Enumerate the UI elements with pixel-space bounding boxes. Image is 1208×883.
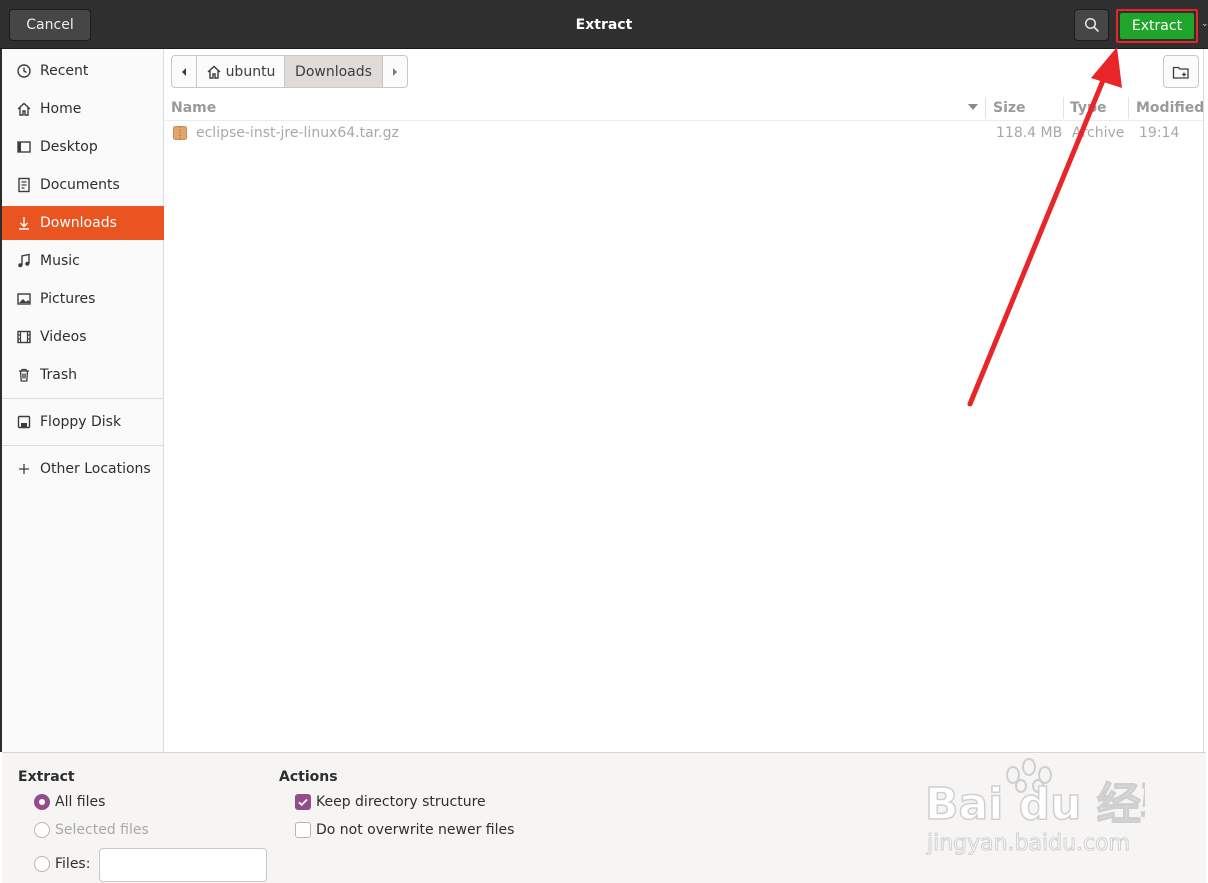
sidebar-item-label: Documents [40,177,120,193]
files-radio[interactable]: Files: [34,856,90,872]
column-header-name[interactable]: Name [171,95,981,120]
sidebar-item-label: Home [40,101,82,117]
desktop-icon [16,139,32,155]
file-name-cell: eclipse-inst-jre-linux64.tar.gz [172,122,972,144]
sidebar-item-label: Trash [40,367,77,383]
extract-button-highlight: Extract [1116,9,1198,43]
sidebar-divider [2,398,164,399]
sidebar-item-floppy-disk[interactable]: Floppy Disk [2,405,164,439]
path-segment-label: ubuntu [225,63,276,80]
breadcrumb: ubuntu Downloads [171,55,408,88]
column-header-type[interactable]: Type [1070,95,1128,120]
path-segment-label: Downloads [295,63,372,80]
chevron-left-icon [182,67,186,76]
clock-icon [16,63,32,79]
column-header-label: Size [993,99,1026,116]
sidebar-item-desktop[interactable]: Desktop [2,130,164,164]
plus-icon [16,461,32,477]
picture-icon [16,291,32,307]
scrollbar[interactable] [1203,49,1204,752]
extract-button[interactable]: Extract [1120,13,1194,39]
header-divider [164,120,1204,121]
chevron-right-icon [393,67,397,76]
sidebar-item-other-locations[interactable]: Other Locations [2,452,164,486]
column-divider [1063,97,1064,119]
sidebar: Recent Home Desktop Documents Downloads … [0,49,164,752]
actions-group-title: Actions [279,769,338,785]
keep-directory-structure-checkbox[interactable]: Keep directory structure [295,794,486,810]
files-pattern-input[interactable] [99,848,267,882]
radio-label: All files [55,794,106,810]
sort-descending-icon [968,104,978,110]
file-size: 118.4 MB [996,125,1063,141]
column-header-label: Modified [1136,99,1205,116]
radio-indicator[interactable] [34,856,50,872]
selected-files-radio[interactable]: Selected files [34,822,149,838]
column-header-label: Name [171,99,217,116]
checkbox-indicator[interactable] [295,822,311,838]
sidebar-item-label: Floppy Disk [40,414,122,430]
sidebar-item-label: Desktop [40,139,98,155]
baidu-watermark: Bai du 经验 jingyan.baidu.com [925,758,1145,857]
path-forward-button[interactable] [382,55,408,88]
do-not-overwrite-checkbox[interactable]: Do not overwrite newer files [295,822,514,838]
column-divider [1128,97,1129,119]
column-header-label: Type [1070,99,1107,116]
sidebar-item-label: Videos [40,329,87,345]
trash-icon [16,367,32,383]
path-segment-home[interactable]: ubuntu [196,55,285,88]
document-icon [16,177,32,193]
search-icon [1084,17,1099,32]
sidebar-item-label: Music [40,253,80,269]
sidebar-item-recent[interactable]: Recent [2,54,164,88]
sidebar-item-videos[interactable]: Videos [2,320,164,354]
sidebar-item-label: Recent [40,63,89,79]
sidebar-item-label: Pictures [40,291,96,307]
download-icon [16,215,32,231]
extract-group-title: Extract [18,769,75,785]
radio-label: Selected files [55,822,149,838]
sidebar-item-label: Downloads [40,215,117,231]
music-icon [16,253,32,269]
checkbox-label: Keep directory structure [316,794,486,810]
sidebar-item-music[interactable]: Music [2,244,164,278]
path-back-button[interactable] [171,55,197,88]
home-icon [207,65,221,79]
sidebar-item-trash[interactable]: Trash [2,358,164,392]
file-modified: 19:14 [1139,125,1180,141]
radio-indicator[interactable] [34,794,50,810]
file-name: eclipse-inst-jre-linux64.tar.gz [196,125,399,141]
watermark-subtext: jingyan.baidu.com [926,831,1130,856]
search-button[interactable] [1074,9,1109,41]
video-icon [16,329,32,345]
sidebar-item-pictures[interactable]: Pictures [2,282,164,316]
folder-new-icon [1172,66,1189,79]
path-segment-downloads[interactable]: Downloads [284,55,383,88]
drive-icon [16,414,32,430]
radio-indicator[interactable] [34,822,50,838]
sidebar-item-home[interactable]: Home [2,92,164,126]
sidebar-item-label: Other Locations [40,461,151,477]
watermark-text: Bai du 经验 [925,779,1145,830]
sidebar-item-documents[interactable]: Documents [2,168,164,202]
chevron-down-icon[interactable]: ⌄ [1201,18,1208,30]
checkbox-label: Do not overwrite newer files [316,822,515,838]
sidebar-divider [2,445,164,446]
column-header-modified[interactable]: Modified [1136,95,1204,120]
window-title: Extract [575,16,633,33]
checkbox-indicator[interactable] [295,794,311,810]
all-files-radio[interactable]: All files [34,794,105,810]
cancel-button[interactable]: Cancel [9,9,91,41]
sidebar-item-downloads[interactable]: Downloads [2,206,164,240]
home-icon [16,101,32,117]
radio-label: Files: [55,856,91,872]
header-bar: Cancel Extract Extract ⌄ [0,0,1208,49]
new-folder-button[interactable] [1163,55,1199,88]
file-type: Archive [1072,125,1125,141]
archive-icon [173,126,187,140]
column-header-size[interactable]: Size [993,95,1063,120]
checkmark-icon [298,798,308,807]
file-list[interactable] [164,95,1204,752]
column-divider [985,97,986,119]
